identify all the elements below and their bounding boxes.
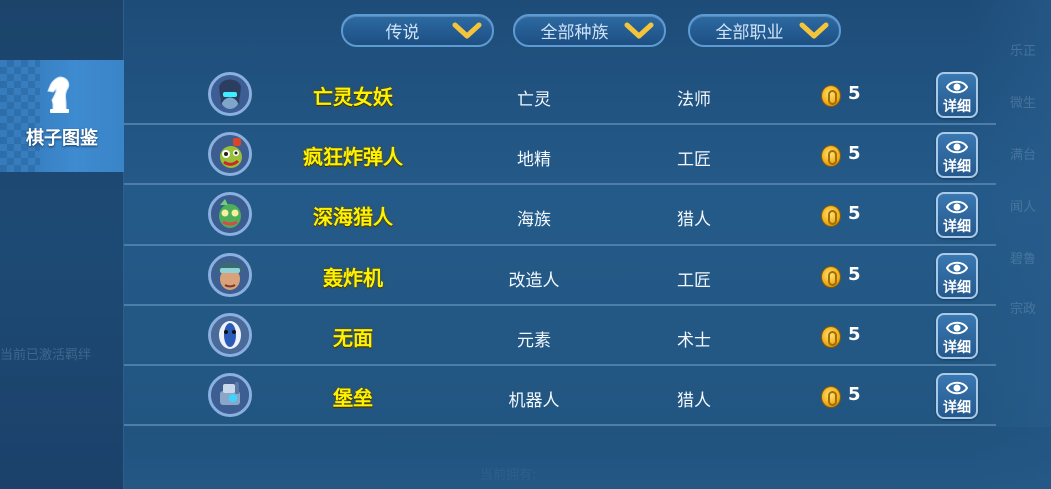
piece-race: 海族 xyxy=(517,210,551,231)
piece-name: 亡灵女妖 xyxy=(313,85,393,109)
table-row: 无面 元素 术士 5 详细 xyxy=(124,306,996,366)
piece-class: 术士 xyxy=(677,330,711,351)
piece-list: 亡灵女妖 亡灵 法师 5 详细 疯狂炸弹人 地精 工匠 5 详细 深海猎人 海族… xyxy=(124,65,996,427)
eye-icon xyxy=(946,201,968,214)
piece-class: 法师 xyxy=(677,90,711,110)
table-row: 疯狂炸弹人 地精 工匠 5 详细 xyxy=(124,125,996,186)
class-filter-dropdown[interactable]: 全部职业 xyxy=(688,14,841,47)
piece-name: 无面 xyxy=(333,325,373,350)
gold-coin-icon xyxy=(821,325,841,348)
piece-cost: 5 xyxy=(848,323,861,345)
table-row: 堡垒 机器人 猎人 5 详细 xyxy=(124,366,996,427)
piece-cost: 5 xyxy=(848,83,861,104)
piece-class: 猎人 xyxy=(677,390,711,411)
piece-cost: 5 xyxy=(848,383,861,405)
piece-name: 轰炸机 xyxy=(323,265,383,290)
detail-button[interactable]: 详细 xyxy=(936,132,978,179)
piece-avatar xyxy=(208,372,252,417)
detail-button[interactable]: 详细 xyxy=(936,252,978,299)
eye-icon xyxy=(946,261,968,274)
piece-name: 堡垒 xyxy=(333,385,373,410)
background-faint-hud: 宗政 xyxy=(1010,302,1037,317)
eye-icon xyxy=(946,140,968,154)
checker-pattern xyxy=(0,60,40,172)
piece-class: 工匠 xyxy=(677,150,711,171)
sidebar-tab-label: 棋子图鉴 xyxy=(26,128,98,149)
background-faint-hud: 闻人 xyxy=(1010,200,1037,215)
eye-icon xyxy=(946,80,968,94)
detail-button-label: 详细 xyxy=(943,99,971,115)
background-faint-hud: 乐正 xyxy=(1010,44,1037,59)
bottom-hud-overlay xyxy=(124,427,1051,489)
piece-cost: 5 xyxy=(848,203,861,225)
detail-button-label: 详细 xyxy=(943,339,971,356)
rarity-filter-dropdown[interactable]: 传说 xyxy=(341,14,494,47)
piece-race: 机器人 xyxy=(508,390,560,411)
piece-race: 亡灵 xyxy=(517,90,551,110)
background-faint-hud: 碧鲁 xyxy=(1010,252,1037,267)
piece-avatar xyxy=(208,132,252,177)
detail-button-label: 详细 xyxy=(943,219,971,236)
chess-knight-icon xyxy=(47,76,70,113)
background-faint-hud: 满台 xyxy=(1010,148,1037,163)
race-filter-dropdown[interactable]: 全部种族 xyxy=(513,14,666,47)
chevron-down-icon xyxy=(624,22,654,39)
piece-avatar xyxy=(208,312,252,357)
detail-button-label: 详细 xyxy=(943,279,971,296)
sidebar-tab-piece-gallery[interactable]: 棋子图鉴 xyxy=(0,60,124,172)
chevron-down-icon xyxy=(799,22,829,39)
table-row: 轰炸机 改造人 工匠 5 详细 xyxy=(124,246,996,306)
piece-cost: 5 xyxy=(848,143,861,165)
background-faint-hud: 微生 xyxy=(1010,96,1037,111)
piece-avatar xyxy=(208,192,252,237)
gold-coin-icon xyxy=(821,85,841,107)
detail-button[interactable]: 详细 xyxy=(936,72,978,118)
piece-avatar xyxy=(208,72,252,116)
piece-name: 深海猎人 xyxy=(313,205,393,230)
piece-class: 工匠 xyxy=(677,270,711,291)
piece-class: 猎人 xyxy=(677,210,711,231)
gold-coin-icon xyxy=(821,265,841,288)
piece-race: 地精 xyxy=(517,150,551,171)
detail-button-label: 详细 xyxy=(943,399,971,416)
detail-button-label: 详细 xyxy=(943,159,971,176)
detail-button[interactable]: 详细 xyxy=(936,312,978,359)
gold-coin-icon xyxy=(821,385,841,408)
piece-name: 疯狂炸弹人 xyxy=(303,145,403,170)
table-row: 深海猎人 海族 猎人 5 详细 xyxy=(124,185,996,246)
piece-cost: 5 xyxy=(848,263,861,285)
gold-coin-icon xyxy=(821,145,841,168)
detail-button[interactable]: 详细 xyxy=(936,192,978,239)
detail-button[interactable]: 详细 xyxy=(936,372,978,419)
table-row: 亡灵女妖 亡灵 法师 5 详细 xyxy=(124,65,996,126)
piece-race: 改造人 xyxy=(508,270,560,291)
gold-coin-icon xyxy=(821,205,841,228)
eye-icon xyxy=(946,321,968,334)
chevron-down-icon xyxy=(452,22,482,39)
background-faint-hud: 当前已激活羁绊 xyxy=(0,348,92,363)
piece-avatar xyxy=(208,252,252,297)
eye-icon xyxy=(946,381,968,395)
piece-race: 元素 xyxy=(517,330,551,351)
